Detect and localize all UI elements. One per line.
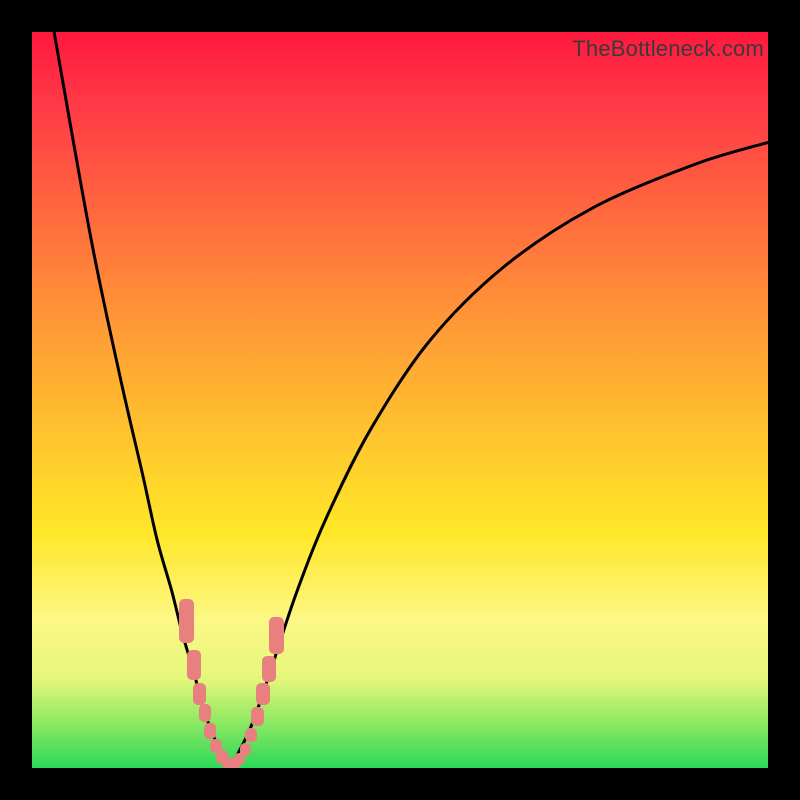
data-marker	[240, 743, 252, 756]
chart-frame: TheBottleneck.com	[0, 0, 800, 800]
left-branch-curve	[54, 32, 231, 768]
data-marker	[204, 723, 216, 739]
data-marker	[179, 599, 194, 643]
data-marker	[193, 683, 206, 705]
data-marker	[269, 617, 284, 654]
data-marker	[251, 707, 264, 725]
plot-area	[32, 32, 768, 768]
right-branch-curve	[231, 142, 768, 768]
curves-svg	[32, 32, 768, 768]
data-marker	[187, 650, 200, 679]
data-marker	[262, 656, 275, 682]
data-marker	[199, 704, 211, 722]
data-marker	[256, 683, 269, 705]
data-marker	[245, 728, 257, 743]
